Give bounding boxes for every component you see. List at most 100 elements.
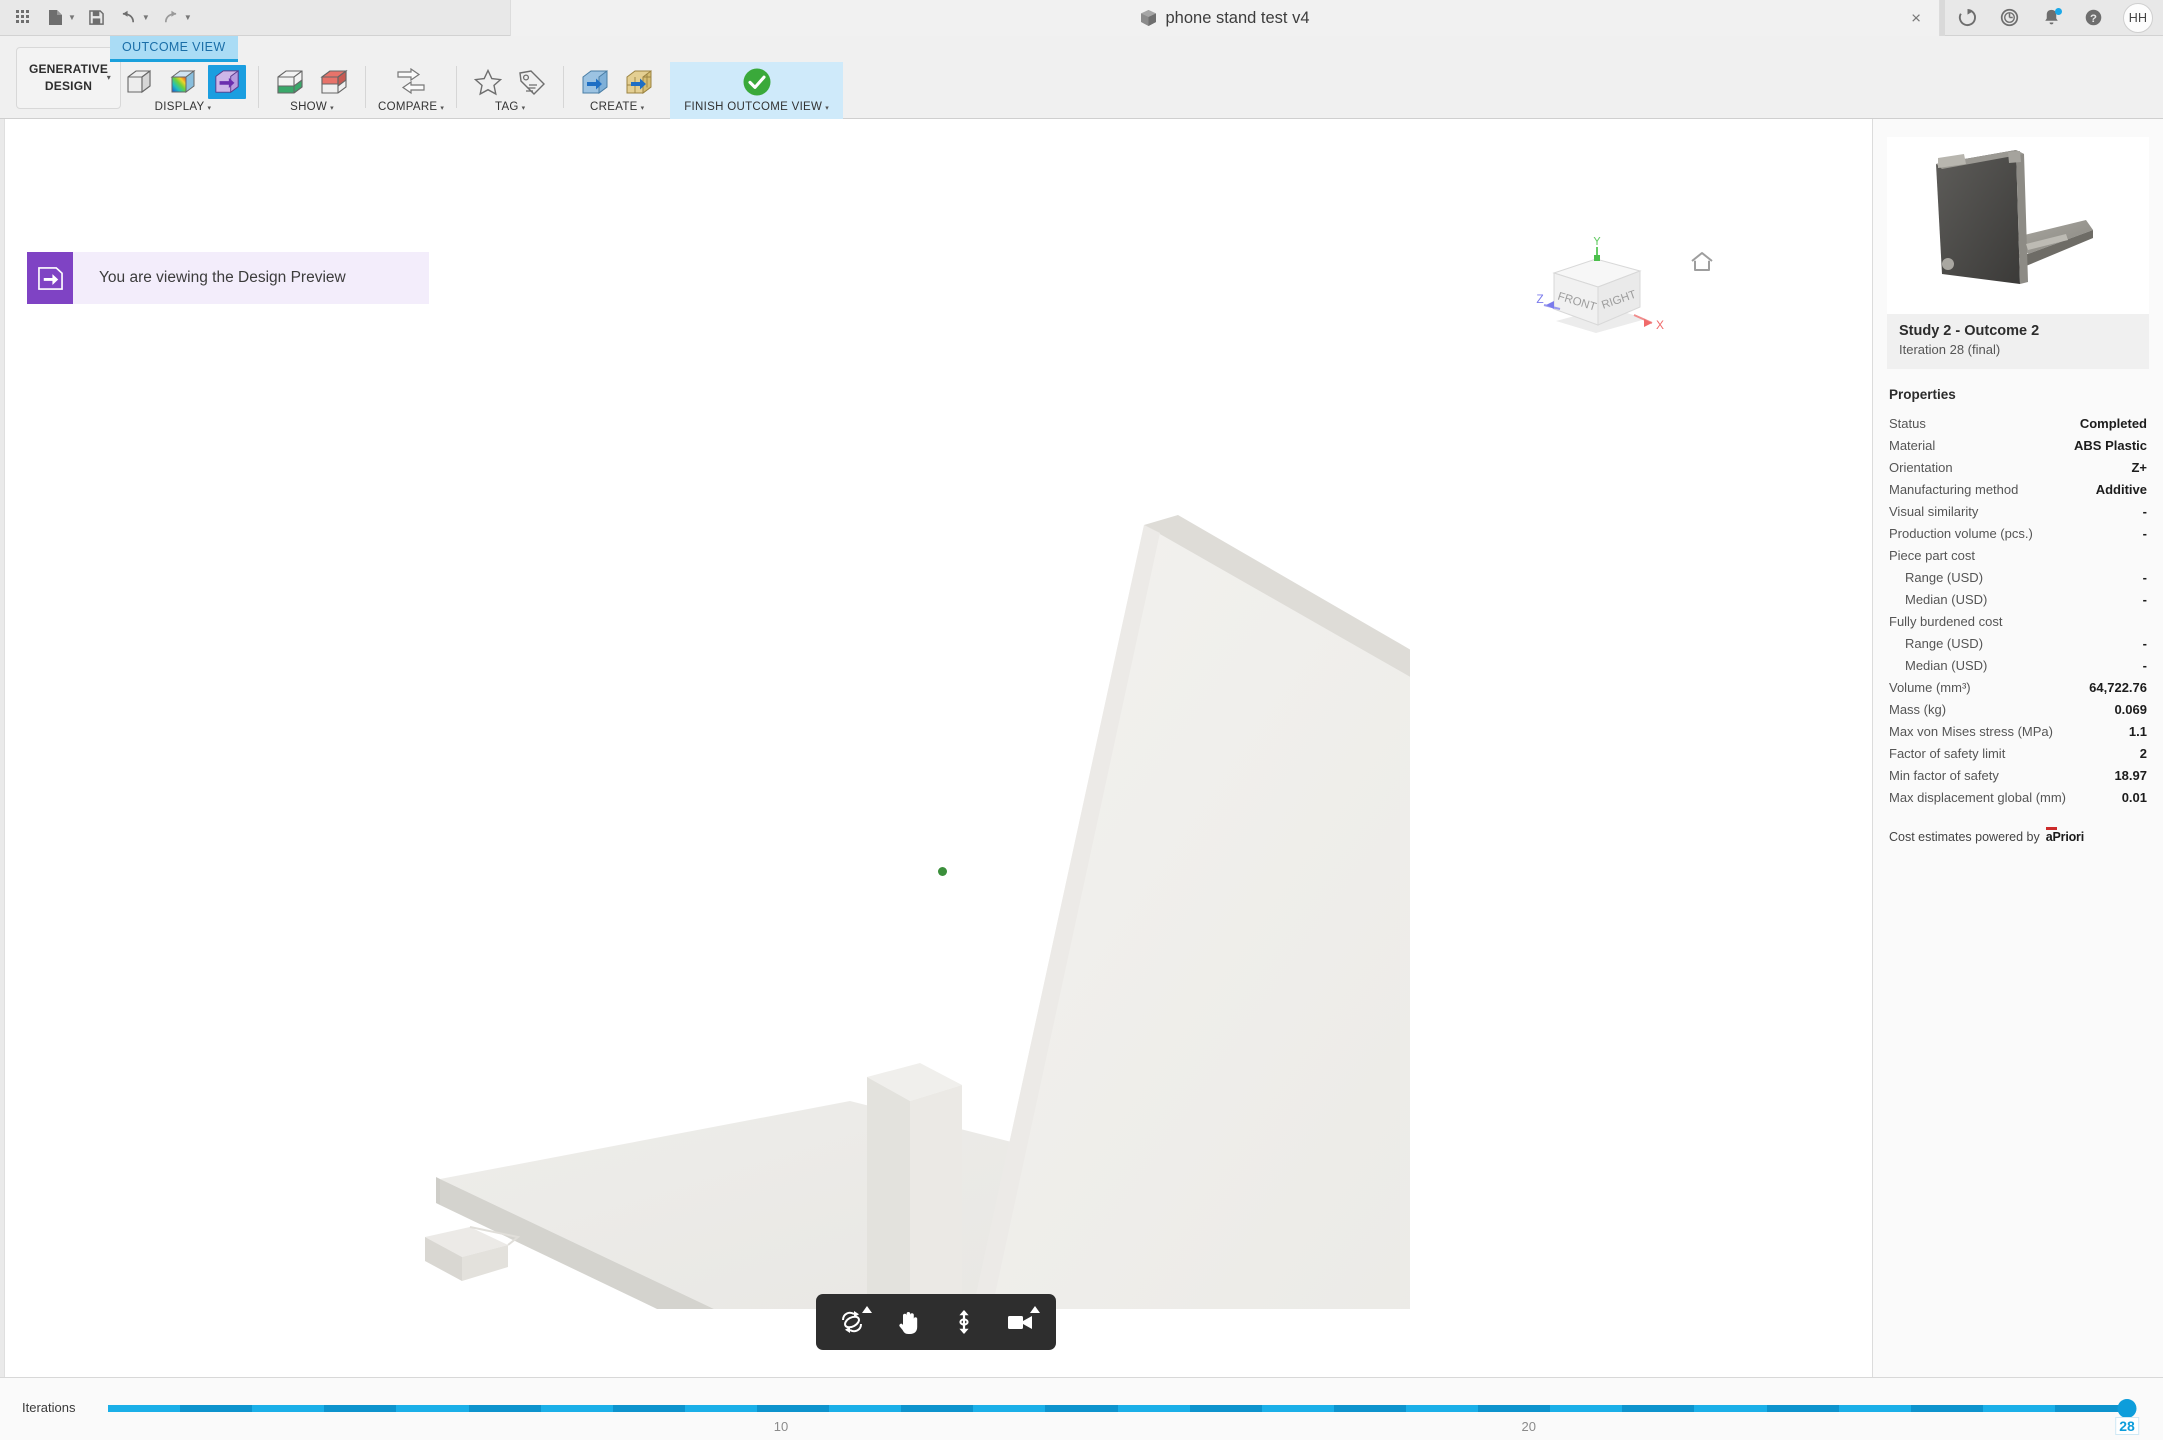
tag-label-icon[interactable] (513, 65, 551, 99)
orbit-dropdown-caret[interactable] (862, 1306, 872, 1313)
workspace-switcher-button[interactable]: GENERATIVE DESIGN ▾ (16, 47, 121, 109)
view-cube[interactable]: FRONT RIGHT Y X Z (1534, 237, 1664, 337)
iteration-segment[interactable] (1622, 1405, 1694, 1412)
create-design-from-outcome-icon[interactable] (576, 65, 614, 99)
property-value: Completed (2080, 416, 2147, 431)
iteration-segment[interactable] (469, 1405, 541, 1412)
outcome-card-meta: Study 2 - Outcome 2 Iteration 28 (final) (1887, 314, 2149, 369)
titlebar-right-controls: + ? HH (1903, 0, 2163, 35)
iteration-segment[interactable] (396, 1405, 468, 1412)
iteration-segment[interactable] (1334, 1405, 1406, 1412)
finish-outcome-view-label[interactable]: FINISH OUTCOME VIEW▾ (684, 101, 829, 113)
property-label: Max displacement global (mm) (1889, 790, 2066, 805)
iteration-segment[interactable] (252, 1405, 324, 1412)
save-icon[interactable] (82, 3, 112, 33)
chevron-down-icon[interactable]: ▾ (330, 105, 334, 112)
chevron-down-icon[interactable]: ▾ (208, 105, 212, 112)
undo-icon[interactable] (114, 3, 144, 33)
iterations-slider-handle[interactable] (2118, 1399, 2137, 1418)
create-mesh-from-outcome-icon[interactable] (620, 65, 658, 99)
property-value: Additive (2096, 482, 2147, 497)
iterations-slider-track[interactable] (108, 1405, 2127, 1412)
iteration-segment[interactable] (829, 1405, 901, 1412)
outcome-card[interactable]: Study 2 - Outcome 2 Iteration 28 (final) (1887, 137, 2149, 369)
iteration-segment[interactable] (1478, 1405, 1550, 1412)
home-view-icon[interactable] (1690, 251, 1714, 272)
iteration-segment[interactable] (1550, 1405, 1622, 1412)
iteration-segment[interactable] (613, 1405, 685, 1412)
compare-icon[interactable] (392, 65, 430, 99)
display-label-text: DISPLAY (155, 101, 205, 113)
iteration-segment[interactable] (1406, 1405, 1478, 1412)
document-icon (1140, 9, 1157, 27)
new-file-icon[interactable] (40, 3, 70, 33)
iteration-segment[interactable] (757, 1405, 829, 1412)
ribbon-group-create-label[interactable]: CREATE▾ (590, 101, 644, 113)
star-icon[interactable] (469, 65, 507, 99)
avatar[interactable]: HH (2123, 3, 2153, 33)
ribbon-group-compare-label[interactable]: COMPARE▾ (378, 101, 444, 113)
property-value: 0.069 (2114, 702, 2147, 717)
job-status-icon[interactable] (1989, 0, 2029, 36)
iteration-segment[interactable] (2055, 1405, 2127, 1412)
zoom-icon[interactable] (942, 1300, 986, 1344)
iteration-segment[interactable] (1983, 1405, 2055, 1412)
notifications-icon[interactable] (2031, 0, 2071, 36)
chevron-down-icon[interactable]: ▾ (522, 105, 526, 112)
camera-dropdown-caret[interactable] (1030, 1306, 1040, 1313)
iteration-segment[interactable] (1839, 1405, 1911, 1412)
pan-icon[interactable] (886, 1300, 930, 1344)
viewcube-axis-x: X (1656, 318, 1664, 332)
iteration-segment[interactable] (108, 1405, 180, 1412)
iteration-segment[interactable] (1118, 1405, 1190, 1412)
property-row: MaterialABS Plastic (1887, 434, 2149, 456)
iteration-segment[interactable] (324, 1405, 396, 1412)
camera-icon[interactable] (998, 1300, 1042, 1344)
iterations-bar: Iterations 1020 28 (0, 1377, 2163, 1440)
chevron-down-icon[interactable]: ▾ (440, 105, 444, 112)
help-icon[interactable]: ? (2073, 0, 2113, 36)
green-check-icon[interactable] (738, 65, 776, 99)
iteration-segment[interactable] (685, 1405, 757, 1412)
grid-apps-icon[interactable] (8, 3, 38, 33)
iteration-segment[interactable] (1911, 1405, 1983, 1412)
3d-viewport[interactable]: You are viewing the Design Preview (0, 119, 1873, 1377)
iteration-segment[interactable] (541, 1405, 613, 1412)
iteration-segment[interactable] (901, 1405, 973, 1412)
ribbon-group-show-label[interactable]: SHOW▾ (290, 101, 334, 113)
refresh-icon[interactable] (1947, 0, 1987, 36)
iteration-segment[interactable] (1190, 1405, 1262, 1412)
tab-outcome-view[interactable]: OUTCOME VIEW (110, 36, 238, 62)
property-row: Range (USD)- (1887, 566, 2149, 588)
iteration-segment[interactable] (973, 1405, 1045, 1412)
iteration-segment[interactable] (1767, 1405, 1839, 1412)
show-preserve-geometry-icon[interactable] (271, 65, 309, 99)
finish-outcome-view-button[interactable]: FINISH OUTCOME VIEW▾ (670, 62, 843, 119)
redo-icon[interactable] (156, 3, 186, 33)
chevron-down-icon[interactable]: ▾ (641, 105, 645, 112)
iteration-segment[interactable] (1045, 1405, 1117, 1412)
document-tab[interactable]: phone stand test v4 × (510, 0, 1940, 36)
new-file-dropdown-caret[interactable]: ▼ (68, 13, 76, 22)
display-shaded-icon[interactable] (120, 65, 158, 99)
undo-dropdown-caret[interactable]: ▼ (142, 13, 150, 22)
redo-dropdown-caret[interactable]: ▼ (184, 13, 192, 22)
close-icon[interactable]: × (1911, 10, 1921, 27)
iteration-segment[interactable] (180, 1405, 252, 1412)
display-design-preview-icon[interactable] (208, 65, 246, 99)
display-stress-results-icon[interactable] (164, 65, 202, 99)
property-value: - (2143, 658, 2147, 673)
ribbon-divider (258, 66, 259, 108)
generative-design-model[interactable] (400, 489, 1410, 1309)
property-label: Max von Mises stress (MPa) (1889, 724, 2053, 739)
orbit-icon[interactable] (830, 1300, 874, 1344)
chevron-down-icon[interactable]: ▾ (825, 105, 829, 112)
iteration-segment[interactable] (1262, 1405, 1334, 1412)
viewport-navigation-toolbar (816, 1294, 1056, 1350)
ribbon-group-display-label[interactable]: DISPLAY▾ (155, 101, 212, 113)
cost-footnote-text: Cost estimates powered by (1889, 830, 2040, 844)
document-title: phone stand test v4 (1165, 9, 1309, 28)
show-obstacle-geometry-icon[interactable] (315, 65, 353, 99)
iteration-segment[interactable] (1694, 1405, 1766, 1412)
ribbon-group-tag-label[interactable]: TAG▾ (495, 101, 526, 113)
